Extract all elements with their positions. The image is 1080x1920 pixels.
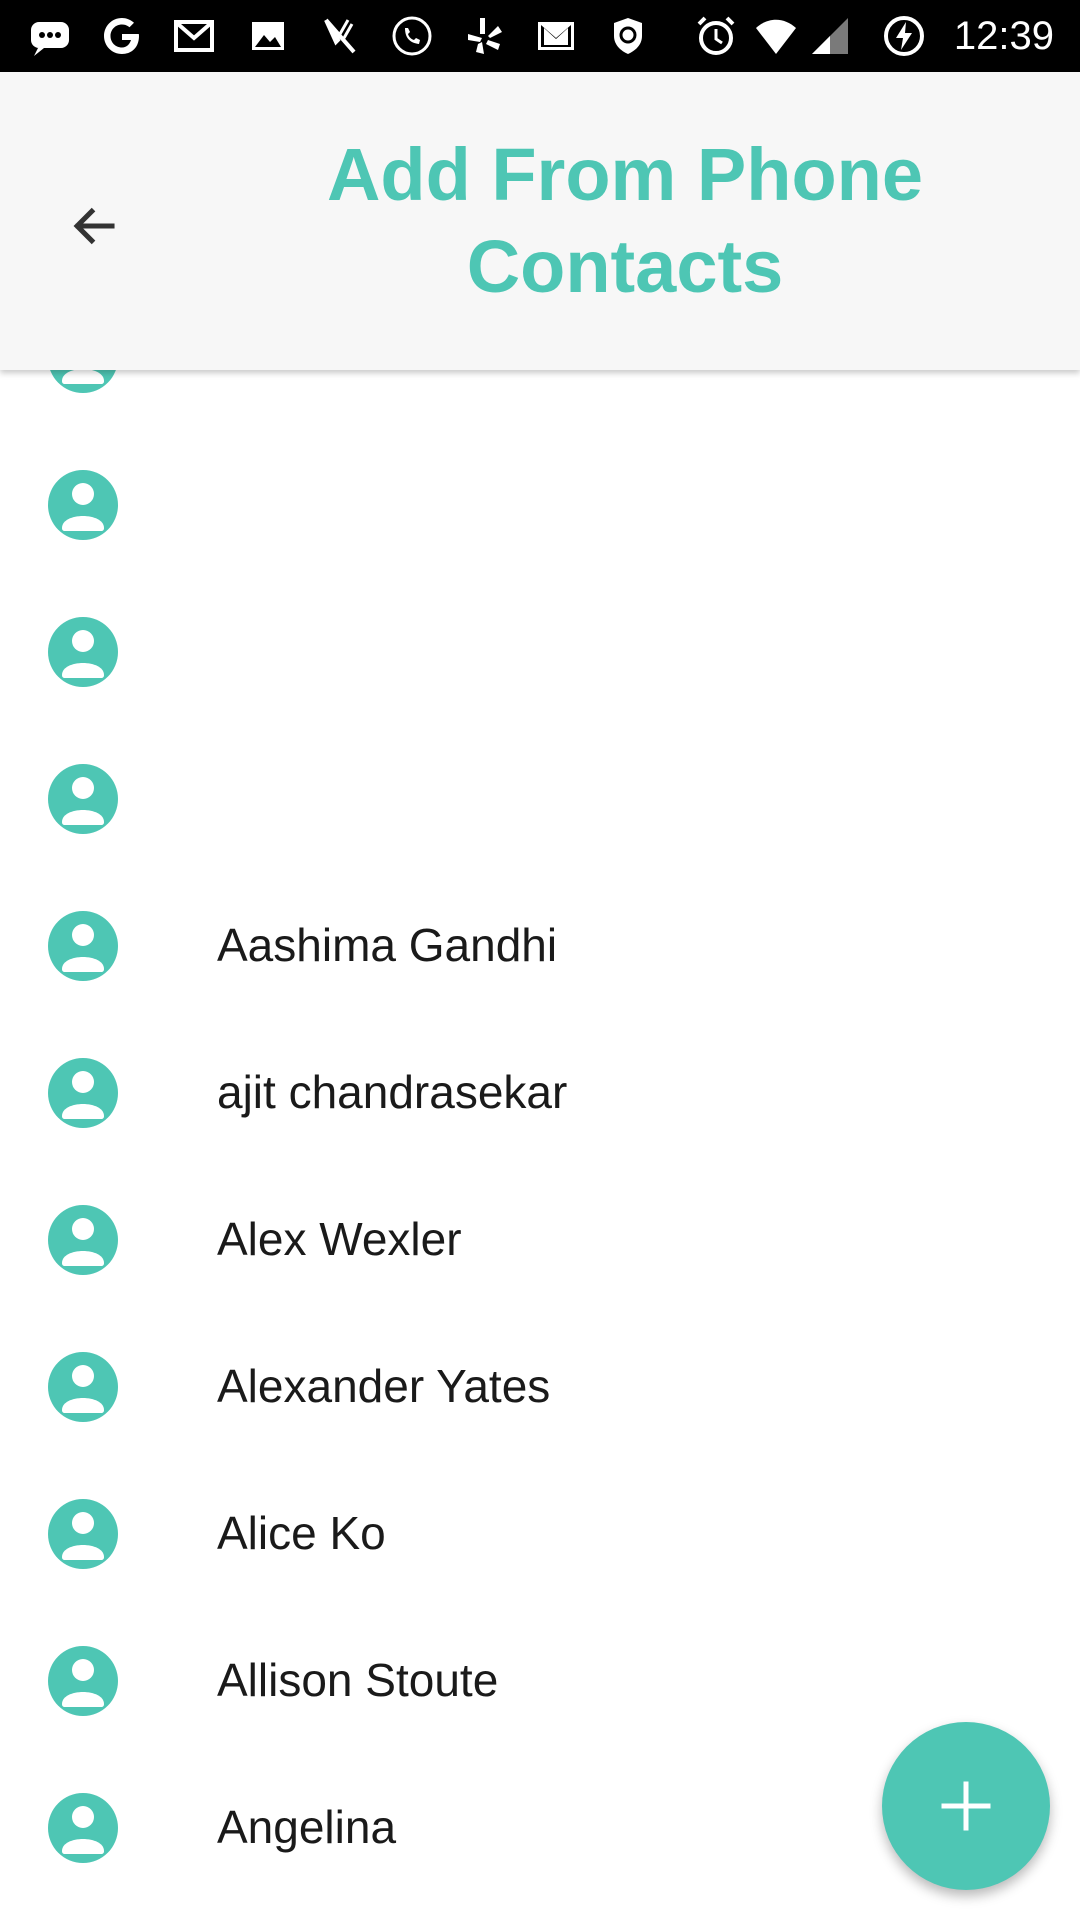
contact-avatar-icon: [48, 1205, 118, 1275]
contact-row[interactable]: Aashima Gandhi: [0, 872, 1080, 1019]
mail-icon: [534, 14, 578, 58]
contact-name: Alexander Yates: [217, 1360, 551, 1412]
contact-row[interactable]: Alexander Yates: [0, 1313, 1080, 1460]
contact-avatar-icon: [48, 1646, 118, 1716]
status-bar: 12:39: [0, 0, 1080, 72]
messages-icon: [28, 14, 72, 58]
page-title: Add From Phone Contacts: [200, 72, 1050, 370]
shield-icon: [606, 14, 650, 58]
contact-avatar-icon: [48, 911, 118, 981]
contact-name: Allison Stoute: [217, 1654, 499, 1706]
contact-name: Aashima Gandhi: [217, 919, 558, 971]
contact-avatar-icon: [48, 1058, 118, 1128]
contact-row[interactable]: ajit chandrasekar: [0, 1019, 1080, 1166]
contact-row[interactable]: [0, 431, 1080, 578]
contact-avatar-icon: [48, 1499, 118, 1569]
gmail-icon: [172, 14, 216, 58]
battery-charging-icon: [882, 14, 926, 58]
arrow-back-icon: [73, 207, 115, 245]
contact-row[interactable]: [0, 725, 1080, 872]
contact-list[interactable]: Aashima Gandhi ajit chandrasekar Alex Wexl…: [0, 370, 1080, 1920]
food-delivery-icon: [318, 14, 362, 58]
wifi-icon: [754, 14, 798, 58]
contact-row[interactable]: Allison Stoute: [0, 1607, 1080, 1754]
contact-name: Angelina: [217, 1801, 397, 1853]
yelp-icon: [462, 14, 506, 58]
contact-avatar-icon: [48, 470, 118, 540]
app-screen: 12:39 Add From Phone Contacts Aashima Ga…: [0, 0, 1080, 1920]
contact-avatar-icon: [48, 764, 118, 834]
contact-avatar-icon: [48, 370, 118, 393]
cell-signal-icon: [808, 14, 852, 58]
phone-call-icon: [390, 14, 434, 58]
app-bar: Add From Phone Contacts: [0, 72, 1080, 370]
back-button[interactable]: [54, 186, 134, 266]
contact-avatar-icon: [48, 1793, 118, 1863]
contact-row[interactable]: Alex Wexler: [0, 1166, 1080, 1313]
contact-avatar-icon: [48, 617, 118, 687]
alarm-icon: [694, 14, 738, 58]
google-icon: [100, 14, 144, 58]
contact-name: Alice Ko: [217, 1507, 386, 1559]
gallery-icon: [246, 14, 290, 58]
contact-list-content: Aashima Gandhi ajit chandrasekar Alex Wexl…: [0, 370, 1080, 1901]
contact-row[interactable]: Alice Ko: [0, 1460, 1080, 1607]
plus-icon: [941, 1781, 991, 1831]
page-title-text: Add From Phone Contacts: [326, 133, 924, 308]
status-clock: 12:39: [953, 14, 1054, 58]
contact-name: Alex Wexler: [217, 1213, 462, 1265]
contact-row[interactable]: [0, 370, 1080, 431]
contact-avatar-icon: [48, 1352, 118, 1422]
add-contact-fab[interactable]: [882, 1722, 1050, 1890]
contact-row[interactable]: [0, 578, 1080, 725]
contact-name: ajit chandrasekar: [217, 1066, 568, 1118]
